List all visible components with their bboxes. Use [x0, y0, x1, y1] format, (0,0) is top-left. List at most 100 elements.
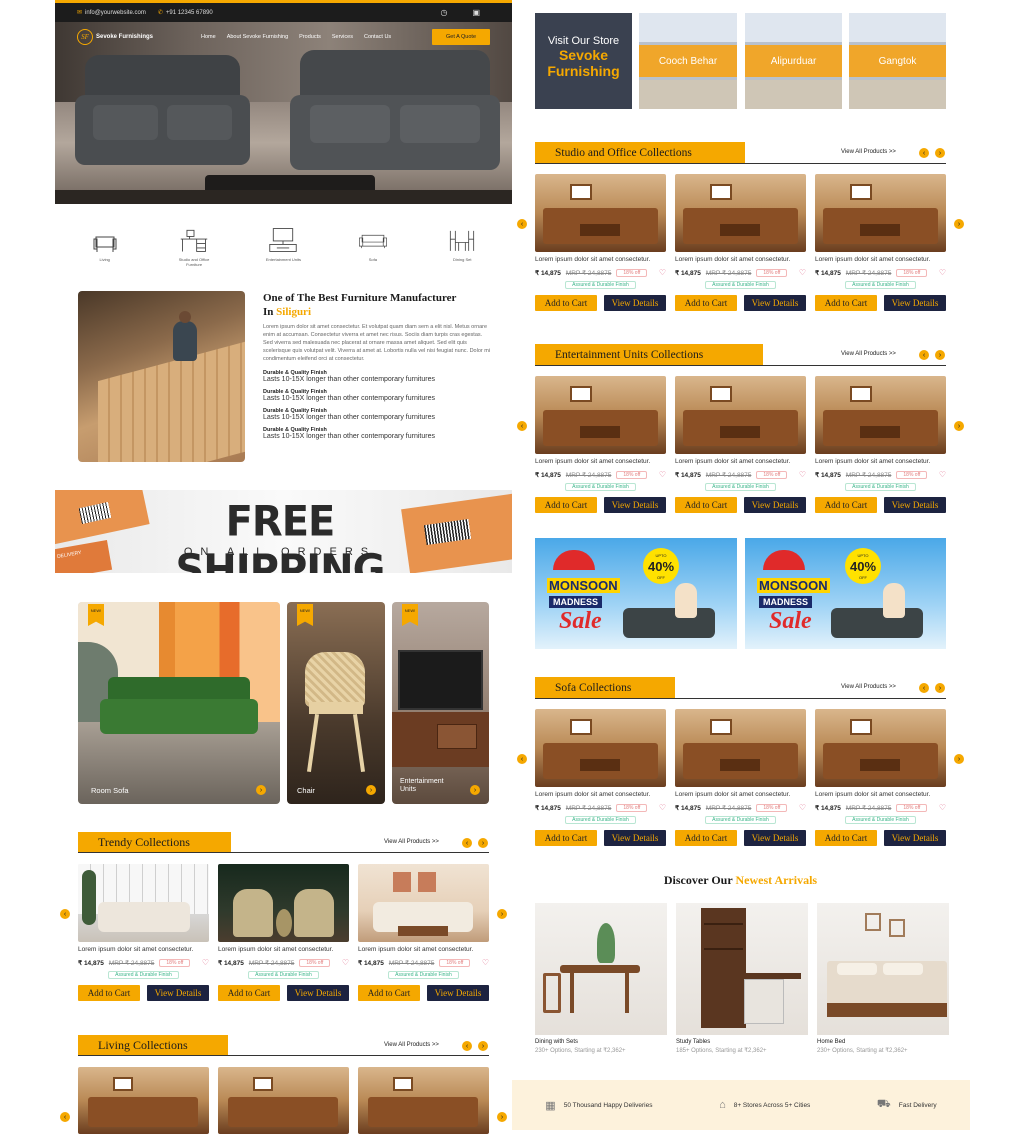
- add-to-cart-button[interactable]: Add to Cart: [675, 295, 737, 311]
- tile-arrow-icon[interactable]: ›: [366, 785, 376, 795]
- product-image[interactable]: [78, 864, 209, 942]
- add-to-cart-button[interactable]: Add to Cart: [78, 985, 140, 1001]
- arrival-card[interactable]: Dining with Sets 230+ Options, Starting …: [535, 903, 667, 1054]
- heart-icon[interactable]: ♡: [939, 803, 946, 812]
- view-all-link[interactable]: View All Products >>: [841, 351, 896, 357]
- prev-arrow-icon[interactable]: ‹: [919, 148, 929, 158]
- bag-icon[interactable]: ▣: [472, 8, 480, 17]
- next-arrow-icon[interactable]: ›: [935, 683, 945, 693]
- tile-chair[interactable]: NEW! Chair ›: [287, 602, 385, 804]
- heart-icon[interactable]: ♡: [939, 470, 946, 479]
- category-office[interactable]: Studio and Office Furniture: [164, 225, 224, 270]
- tile-arrow-icon[interactable]: ›: [470, 785, 480, 795]
- category-entertainment[interactable]: Entertainment Units: [253, 225, 313, 270]
- carousel-next-icon[interactable]: ›: [954, 421, 964, 431]
- carousel-next-icon[interactable]: ›: [497, 1112, 507, 1122]
- promo-banner[interactable]: MONSOON MADNESS Sale UPTO 40% OFF: [745, 538, 946, 649]
- tile-arrow-icon[interactable]: ›: [256, 785, 266, 795]
- view-details-button[interactable]: View Details: [884, 295, 946, 311]
- product-image[interactable]: [675, 376, 806, 454]
- product-image[interactable]: [535, 174, 666, 252]
- product-image[interactable]: [675, 174, 806, 252]
- heart-icon[interactable]: ♡: [799, 470, 806, 479]
- view-details-button[interactable]: View Details: [604, 830, 666, 846]
- product-card[interactable]: Lorem ipsum dolor sit amet consectetur. …: [675, 174, 806, 311]
- view-details-button[interactable]: View Details: [744, 295, 806, 311]
- product-card[interactable]: Lorem ipsum dolor sit amet consectetur. …: [358, 864, 489, 1001]
- product-image[interactable]: [815, 376, 946, 454]
- heart-icon[interactable]: ♡: [342, 958, 349, 967]
- prev-arrow-icon[interactable]: ‹: [919, 683, 929, 693]
- visit-store-tile[interactable]: Visit Our Store Sevoke Furnishing: [535, 13, 632, 109]
- brand-logo[interactable]: SF: [77, 29, 93, 45]
- view-details-button[interactable]: View Details: [884, 830, 946, 846]
- carousel-next-icon[interactable]: ›: [497, 909, 507, 919]
- prev-arrow-icon[interactable]: ‹: [919, 350, 929, 360]
- add-to-cart-button[interactable]: Add to Cart: [815, 497, 877, 513]
- add-to-cart-button[interactable]: Add to Cart: [815, 295, 877, 311]
- product-card[interactable]: Lorem ipsum dolor sit amet consectetur. …: [815, 709, 946, 846]
- next-arrow-icon[interactable]: ›: [935, 350, 945, 360]
- tile-entertainment[interactable]: NEW! Entertainment Units ›: [392, 602, 489, 804]
- store-alipurduar[interactable]: Alipurduar: [745, 13, 842, 109]
- header-phone[interactable]: +91 12345 67890: [166, 10, 213, 16]
- product-image[interactable]: [815, 174, 946, 252]
- product-card[interactable]: Lorem ipsum dolor sit amet consectetur. …: [218, 864, 349, 1001]
- clock-icon[interactable]: ◷: [440, 8, 447, 17]
- view-details-button[interactable]: View Details: [427, 985, 489, 1001]
- heart-icon[interactable]: ♡: [939, 268, 946, 277]
- tile-room-sofa[interactable]: NEW! Room Sofa ›: [78, 602, 280, 804]
- nav-contact[interactable]: Contact Us: [364, 34, 391, 40]
- product-image[interactable]: [815, 709, 946, 787]
- view-details-button[interactable]: View Details: [884, 497, 946, 513]
- product-card[interactable]: Lorem ipsum dolor sit amet consectetur. …: [535, 709, 666, 846]
- heart-icon[interactable]: ♡: [659, 803, 666, 812]
- product-image[interactable]: [358, 864, 489, 942]
- product-image[interactable]: [535, 709, 666, 787]
- product-image[interactable]: [535, 376, 666, 454]
- carousel-next-icon[interactable]: ›: [954, 754, 964, 764]
- heart-icon[interactable]: ♡: [202, 958, 209, 967]
- product-card[interactable]: Lorem ipsum dolor sit amet consectetur. …: [815, 174, 946, 311]
- product-image[interactable]: [218, 1067, 349, 1134]
- view-details-button[interactable]: View Details: [287, 985, 349, 1001]
- heart-icon[interactable]: ♡: [659, 268, 666, 277]
- heart-icon[interactable]: ♡: [799, 803, 806, 812]
- view-all-link[interactable]: View All Products >>: [841, 149, 896, 155]
- nav-products[interactable]: Products: [299, 34, 321, 40]
- prev-arrow-icon[interactable]: ‹: [462, 1041, 472, 1051]
- free-shipping-banner[interactable]: DELIVERY FREE SHIPPING ON ALL ORDERS: [55, 490, 512, 573]
- arrival-image[interactable]: [535, 903, 667, 1035]
- brand-name[interactable]: Sevoke Furnishings: [96, 34, 153, 40]
- arrival-image[interactable]: [817, 903, 949, 1035]
- view-details-button[interactable]: View Details: [604, 295, 666, 311]
- add-to-cart-button[interactable]: Add to Cart: [535, 497, 597, 513]
- view-details-button[interactable]: View Details: [147, 985, 209, 1001]
- view-all-link[interactable]: View All Products >>: [841, 684, 896, 690]
- store-gangtok[interactable]: Gangtok: [849, 13, 946, 109]
- product-card[interactable]: Lorem ipsum dolor sit amet consectetur. …: [675, 709, 806, 846]
- product-image[interactable]: [675, 709, 806, 787]
- next-arrow-icon[interactable]: ›: [478, 1041, 488, 1051]
- promo-banner[interactable]: MONSOON MADNESS Sale UPTO 40% OFF: [535, 538, 737, 649]
- arrival-image[interactable]: [676, 903, 808, 1035]
- view-details-button[interactable]: View Details: [604, 497, 666, 513]
- carousel-prev-icon[interactable]: ‹: [517, 421, 527, 431]
- view-all-link[interactable]: View All Products >>: [384, 839, 439, 845]
- arrival-card[interactable]: Study Tables 185+ Options, Starting at ₹…: [676, 903, 808, 1054]
- add-to-cart-button[interactable]: Add to Cart: [218, 985, 280, 1001]
- product-card[interactable]: Lorem ipsum dolor sit amet consectetur. …: [675, 376, 806, 513]
- view-details-button[interactable]: View Details: [744, 830, 806, 846]
- add-to-cart-button[interactable]: Add to Cart: [675, 830, 737, 846]
- heart-icon[interactable]: ♡: [482, 958, 489, 967]
- carousel-prev-icon[interactable]: ‹: [517, 754, 527, 764]
- category-living[interactable]: Living: [75, 225, 135, 270]
- carousel-prev-icon[interactable]: ‹: [60, 1112, 70, 1122]
- nav-home[interactable]: Home: [201, 34, 216, 40]
- category-dining[interactable]: Dining Set: [432, 225, 492, 270]
- add-to-cart-button[interactable]: Add to Cart: [815, 830, 877, 846]
- next-arrow-icon[interactable]: ›: [478, 838, 488, 848]
- carousel-next-icon[interactable]: ›: [954, 219, 964, 229]
- product-card[interactable]: Lorem ipsum dolor sit amet consectetur. …: [535, 174, 666, 311]
- category-sofa[interactable]: Sofa: [343, 225, 403, 270]
